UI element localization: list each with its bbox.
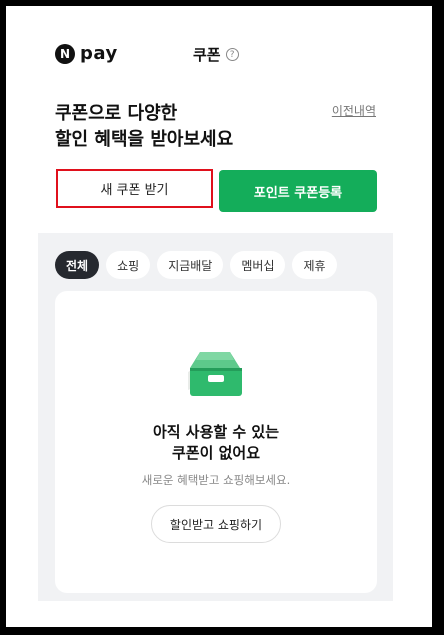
empty-title-line-1: 아직 사용할 수 있는: [152, 423, 280, 441]
logo-text: pay: [80, 43, 118, 64]
hero-line-1: 쿠폰으로 다양한: [55, 103, 178, 124]
filter-chip-shopping[interactable]: 쇼핑: [106, 251, 151, 279]
history-link[interactable]: 이전내역: [332, 102, 376, 119]
empty-state-description: 새로운 혜택받고 쇼핑해보세요.: [141, 473, 291, 487]
filter-chip-partner[interactable]: 제휴: [292, 251, 337, 279]
filter-chip-delivery[interactable]: 지금배달: [157, 251, 224, 279]
naver-n-icon: N: [55, 43, 75, 64]
shop-with-discount-button[interactable]: 할인받고 쇼핑하기: [151, 505, 281, 543]
hero-heading: 쿠폰으로 다양한 할인 혜택을 받아보세요: [55, 101, 233, 153]
coupon-panel: 전체 쇼핑 지금배달 멤버십 제휴 아직 사용할 수 있는 쿠폰이 없어요 새로…: [38, 233, 393, 601]
page-header: N pay 쿠폰 ?: [6, 6, 432, 96]
point-coupon-register-button[interactable]: 포인트 쿠폰등록: [219, 170, 377, 212]
npay-logo[interactable]: N pay: [55, 43, 118, 64]
page-title-group: 쿠폰 ?: [193, 44, 239, 65]
empty-title-line-2: 쿠폰이 없어요: [171, 444, 261, 462]
empty-box-icon: [188, 352, 242, 396]
filter-chip-membership[interactable]: 멤버십: [230, 251, 286, 279]
empty-state-card: 아직 사용할 수 있는 쿠폰이 없어요 새로운 혜택받고 쇼핑해보세요. 할인받…: [55, 291, 377, 593]
help-icon[interactable]: ?: [225, 48, 239, 61]
hero-line-2: 할인 혜택을 받아보세요: [55, 129, 234, 150]
coupon-page: N pay 쿠폰 ? 쿠폰으로 다양한 할인 혜택을 받아보세요 이전내역 새 …: [6, 6, 432, 627]
filter-chip-all[interactable]: 전체: [55, 251, 100, 279]
page-title: 쿠폰: [193, 46, 221, 64]
empty-state-title: 아직 사용할 수 있는 쿠폰이 없어요: [55, 422, 377, 464]
new-coupon-button[interactable]: 새 쿠폰 받기: [56, 169, 213, 208]
filter-tabs: 전체 쇼핑 지금배달 멤버십 제휴: [55, 251, 344, 279]
